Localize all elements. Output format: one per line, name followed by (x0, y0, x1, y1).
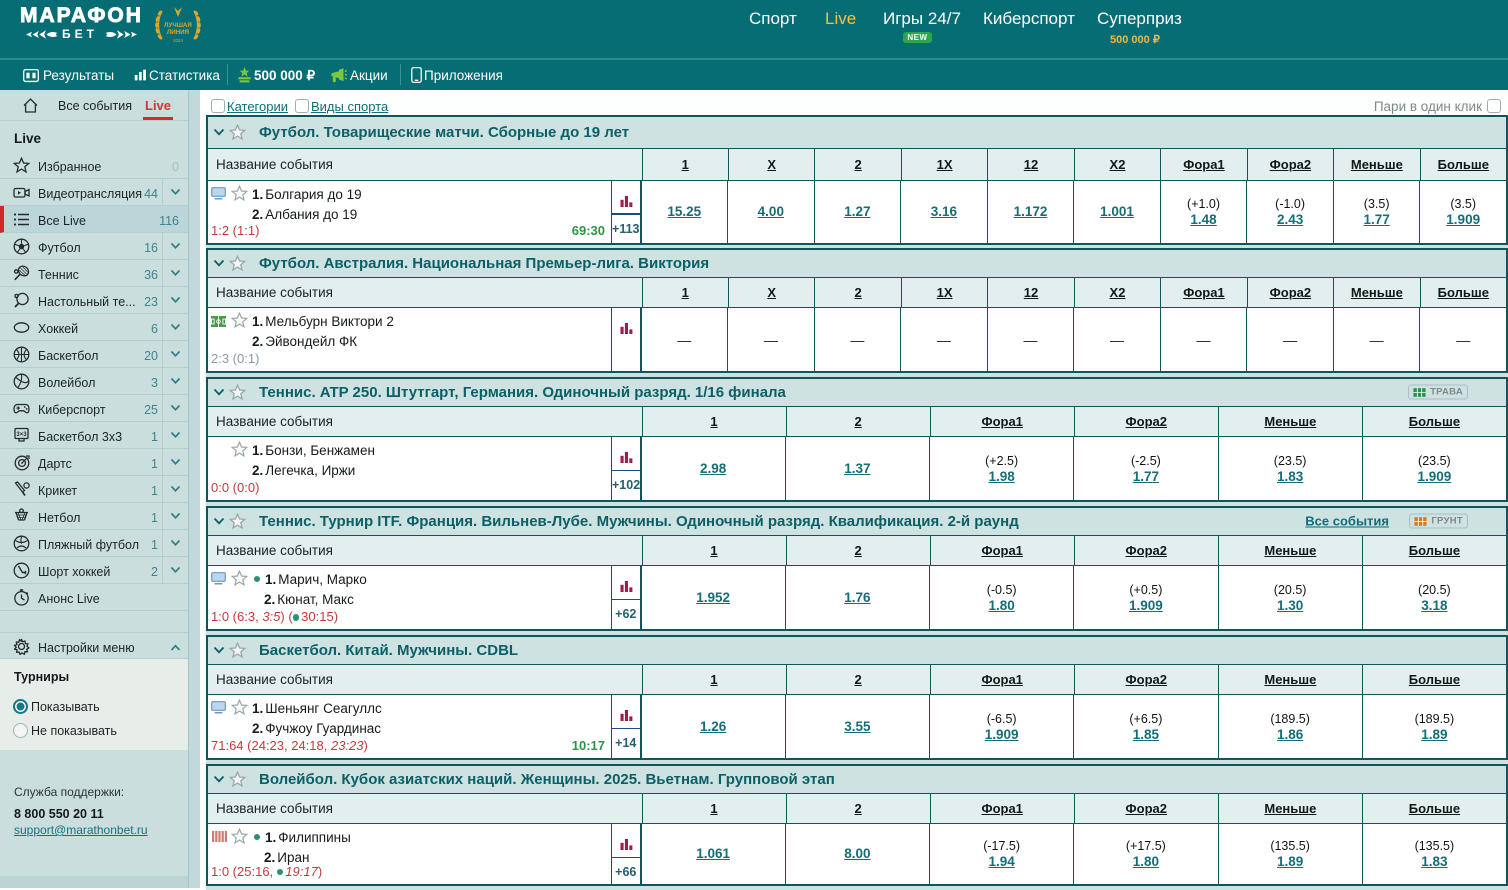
svg-text:2024: 2024 (173, 38, 184, 43)
svg-text:ЛИНИЯ: ЛИНИЯ (167, 29, 190, 36)
svg-text:ЛУЧШАЯ: ЛУЧШАЯ (164, 22, 192, 29)
svg-text:3×3: 3×3 (16, 432, 27, 438)
